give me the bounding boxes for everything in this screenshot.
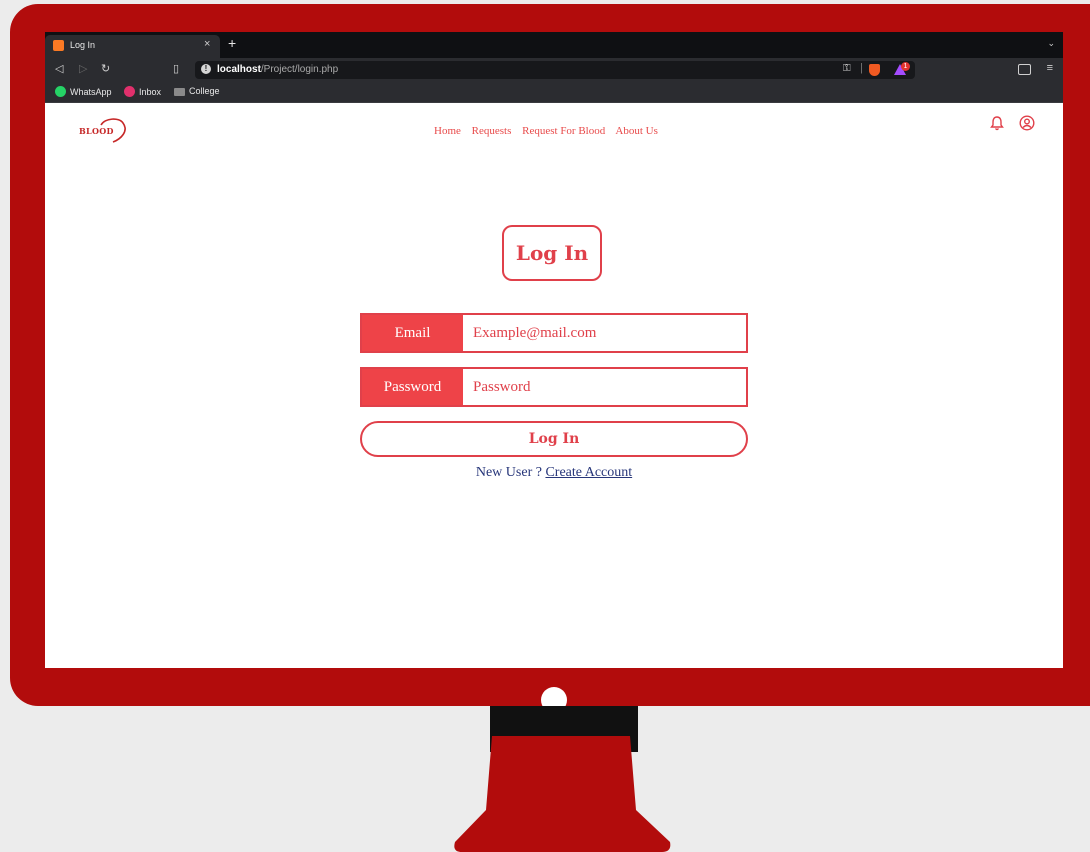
user-account-icon[interactable]	[1019, 115, 1035, 131]
separator: |	[860, 62, 863, 74]
bookmark-label: WhatsApp	[70, 87, 112, 97]
instagram-icon	[124, 86, 135, 97]
folder-icon	[174, 88, 185, 96]
site-logo[interactable]: BLOOD	[79, 117, 135, 143]
browser-tab[interactable]: Log In ×	[45, 35, 220, 58]
web-page: BLOOD Home Requests Request For Blood Ab…	[45, 103, 1063, 668]
rewards-badge: 1	[901, 62, 910, 71]
back-icon[interactable]: ◁	[55, 62, 63, 75]
whatsapp-icon	[55, 86, 66, 97]
url-text: localhost/Project/login.php	[217, 64, 338, 75]
site-info-icon[interactable]: !	[201, 64, 211, 74]
forward-icon[interactable]: ▷	[79, 62, 87, 75]
signup-prompt-text: New User ?	[475, 465, 546, 480]
bookmark-icon[interactable]: ▯	[173, 62, 179, 75]
bell-icon[interactable]	[989, 115, 1005, 131]
address-bar-row: ◁ ▷ ↻ ▯ ! localhost/Project/login.php ⚿ …	[45, 58, 1063, 82]
bookmarks-bar: WhatsApp Inbox College	[45, 82, 1063, 103]
monitor-stand	[454, 736, 671, 852]
close-tab-icon[interactable]: ×	[204, 38, 210, 50]
bookmark-whatsapp[interactable]: WhatsApp	[55, 86, 112, 97]
nav-request-for-blood[interactable]: Request For Blood	[522, 125, 605, 137]
bookmark-college[interactable]: College	[174, 86, 220, 96]
password-label: Password	[362, 369, 463, 405]
new-tab-button[interactable]: +	[228, 35, 236, 51]
monitor-screen: Log In × + ⌄ ◁ ▷ ↻ ▯ ! localhost/Project…	[45, 32, 1063, 668]
url-host: localhost	[217, 64, 261, 75]
bookmark-label: College	[189, 86, 220, 96]
tab-bar: Log In × + ⌄	[45, 32, 1063, 58]
nav-home[interactable]: Home	[434, 125, 461, 137]
logo-text: BLOOD	[79, 126, 114, 136]
wallet-icon[interactable]	[1018, 64, 1031, 75]
email-input[interactable]	[463, 315, 746, 351]
bookmark-label: Inbox	[139, 87, 162, 97]
url-field[interactable]: ! localhost/Project/login.php ⚿ | 1	[195, 61, 915, 79]
login-button[interactable]: Log In	[360, 421, 748, 457]
url-path: /Project/login.php	[260, 64, 339, 75]
tab-title: Log In	[70, 40, 96, 50]
tab-list-chevron-icon[interactable]: ⌄	[1047, 38, 1055, 49]
signup-prompt: New User ? Create Account	[45, 465, 1063, 481]
menu-icon[interactable]: ≡	[1047, 62, 1053, 74]
bookmark-inbox[interactable]: Inbox	[124, 86, 161, 97]
create-account-link[interactable]: Create Account	[545, 465, 632, 480]
email-label: Email	[362, 315, 463, 351]
nav-about-us[interactable]: About Us	[615, 125, 657, 137]
nav-requests[interactable]: Requests	[472, 125, 512, 137]
main-nav: Home Requests Request For Blood About Us	[434, 125, 666, 137]
brave-shields-icon[interactable]	[869, 64, 880, 76]
xampp-favicon-icon	[53, 40, 64, 51]
page-title: Log In	[502, 225, 602, 281]
password-input[interactable]	[463, 369, 746, 405]
password-key-icon[interactable]: ⚿	[843, 63, 851, 74]
password-field-group: Password	[360, 367, 748, 407]
email-field-group: Email	[360, 313, 748, 353]
reload-icon[interactable]: ↻	[101, 62, 110, 75]
